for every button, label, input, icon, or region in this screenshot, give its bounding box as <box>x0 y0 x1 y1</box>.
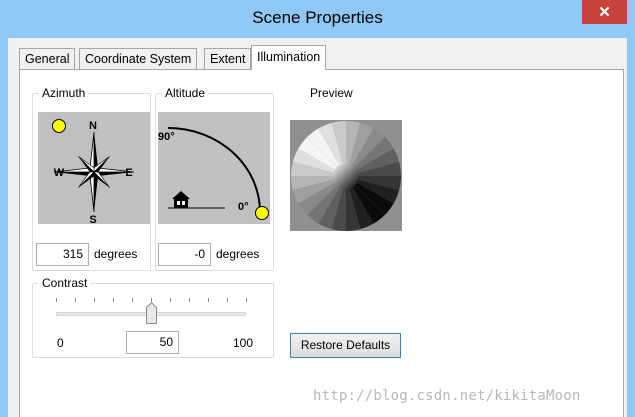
azimuth-label: Azimuth <box>39 86 89 100</box>
azimuth-unit: degrees <box>94 247 138 261</box>
altitude-sun-icon[interactable] <box>255 206 269 220</box>
slider-tick <box>189 298 190 302</box>
slider-tick <box>246 298 247 302</box>
altitude-0-label: 0° <box>238 201 249 213</box>
compass-s-label: S <box>89 214 96 224</box>
tab-coordinate-system-label: Coordinate System <box>85 52 192 66</box>
altitude-arc-icon: 90° 0° <box>158 127 269 220</box>
contrast-min-label: 0 <box>57 336 64 350</box>
tab-extent[interactable]: Extent <box>204 48 252 69</box>
contrast-max-label: 100 <box>233 336 254 350</box>
contrast-input[interactable]: 50 <box>126 331 179 354</box>
preview-image <box>290 120 402 231</box>
contrast-group: Contrast 0 50 100 <box>32 276 274 358</box>
altitude-input[interactable]: -0 <box>158 243 211 266</box>
illumination-panel: Azimuth N S E W 315 degrees Altitude 90°… <box>19 69 624 417</box>
slider-tick <box>170 298 171 302</box>
altitude-group: Altitude 90° 0° -0 degrees <box>155 86 274 271</box>
preview-label: Preview <box>310 86 353 100</box>
compass-w-label: W <box>54 167 65 179</box>
slider-tick <box>113 298 114 302</box>
slider-tick <box>227 298 228 302</box>
tab-illumination-label: Illumination <box>257 50 321 64</box>
dialog-client: General Coordinate System Extent Illumin… <box>8 38 627 417</box>
slider-tick <box>56 298 57 302</box>
title-bar[interactable]: Scene Properties ✕ <box>0 0 635 38</box>
azimuth-group: Azimuth N S E W 315 degrees <box>32 86 151 271</box>
tab-extent-label: Extent <box>210 52 246 66</box>
tab-coordinate-system[interactable]: Coordinate System <box>79 48 198 69</box>
contrast-label: Contrast <box>39 276 91 290</box>
azimuth-sun-icon[interactable] <box>52 119 66 133</box>
restore-defaults-label: Restore Defaults <box>300 338 391 352</box>
close-icon: ✕ <box>598 4 611 21</box>
altitude-unit: degrees <box>216 247 260 261</box>
tab-general-label: General <box>25 52 70 66</box>
slider-tick <box>94 298 95 302</box>
slider-tick <box>208 298 209 302</box>
altitude-90-label: 90° <box>158 131 175 143</box>
preview-center <box>333 163 359 189</box>
altitude-label: Altitude <box>162 86 209 100</box>
azimuth-input[interactable]: 315 <box>36 243 89 266</box>
tab-illumination[interactable]: Illumination <box>251 45 327 70</box>
house-icon <box>172 191 190 208</box>
contrast-slider-thumb[interactable] <box>146 301 157 324</box>
window-title: Scene Properties <box>252 8 383 27</box>
compass-e-label: E <box>125 167 132 179</box>
restore-defaults-button[interactable]: Restore Defaults <box>290 333 401 358</box>
azimuth-compass[interactable]: N S E W <box>38 112 150 224</box>
slider-tick <box>132 298 133 302</box>
contrast-slider[interactable] <box>56 292 247 326</box>
compass-n-label: N <box>89 120 97 132</box>
slider-tick <box>75 298 76 302</box>
compass-rose-icon: N S E W <box>52 119 135 224</box>
watermark-text: http://blog.csdn.net/kikitaMoon <box>313 388 581 404</box>
altitude-diagram[interactable]: 90° 0° <box>158 112 270 224</box>
close-button[interactable]: ✕ <box>582 0 627 24</box>
tab-general[interactable]: General <box>19 48 76 69</box>
